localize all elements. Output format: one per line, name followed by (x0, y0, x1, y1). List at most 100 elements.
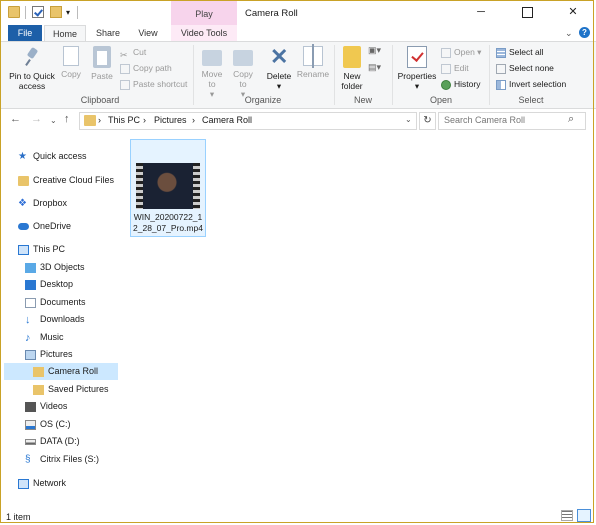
sidebar-item-videos[interactable]: Videos (25, 398, 139, 415)
sidebar-item-onedrive[interactable]: OneDrive (18, 218, 132, 235)
folder-icon (33, 366, 44, 377)
music-icon: ♪ (25, 331, 31, 344)
pictures-icon (25, 349, 36, 360)
sidebar-item-camera-roll[interactable]: Camera Roll (4, 363, 118, 380)
details-view-icon[interactable] (561, 510, 573, 521)
divider (392, 45, 393, 105)
cloud-icon (18, 223, 29, 231)
play-label: Play (195, 9, 213, 19)
select-none-label: Select none (509, 63, 554, 73)
cut-label: Cut (133, 47, 147, 57)
forward-arrow-icon[interactable]: → (31, 113, 42, 125)
properties-icon[interactable] (32, 6, 44, 18)
cube-icon (25, 262, 36, 273)
select-none-button[interactable]: Select none (496, 61, 554, 75)
sidebar-item-this-pc[interactable]: This PC (18, 241, 132, 258)
copy-button[interactable]: Copy (58, 46, 84, 79)
group-select-label: Select (518, 95, 544, 105)
new-folder-label: New folder (341, 71, 363, 91)
collapse-ribbon-icon[interactable]: ⌄ (565, 28, 573, 39)
open-button[interactable]: Open ▾ (441, 45, 481, 59)
drive-icon (25, 438, 36, 445)
rename-label: Rename (296, 69, 330, 79)
sidebar-item-quick-access[interactable]: ★ Quick access (18, 148, 132, 165)
sidebar-item-label: Videos (40, 401, 68, 411)
new-item-icon[interactable]: ▣▾ (368, 45, 386, 58)
edit-label: Edit (454, 63, 469, 73)
folder-icon (33, 384, 44, 395)
sidebar-item-os-c[interactable]: OS (C:) (25, 416, 139, 433)
chevron-down-icon[interactable]: ▾ (66, 8, 70, 17)
video-thumbnail (136, 163, 200, 209)
breadcrumb-this-pc[interactable]: This PC (108, 115, 140, 125)
new-folder-icon[interactable] (50, 6, 62, 18)
breadcrumb-chevron-icon[interactable]: › (98, 115, 101, 125)
minimize-button[interactable]: ─ (458, 0, 504, 25)
pin-icon (24, 46, 40, 68)
up-arrow-icon[interactable]: ↑ (64, 113, 70, 125)
sidebar-item-dropbox[interactable]: ❖ Dropbox (18, 195, 132, 212)
sidebar-item-network[interactable]: Network (18, 475, 132, 492)
copy-path-icon (120, 63, 130, 74)
folder-icon[interactable] (8, 6, 20, 18)
maximize-button[interactable] (504, 0, 550, 25)
tab-home[interactable]: Home (44, 25, 86, 42)
breadcrumb-pictures[interactable]: Pictures (154, 115, 187, 125)
sidebar-item-label: Quick access (33, 151, 87, 161)
address-dropdown-icon[interactable]: ⌄ (405, 115, 412, 124)
sidebar-item-saved-pictures[interactable]: Saved Pictures (33, 381, 147, 398)
sidebar-item-label: Citrix Files (S:) (40, 454, 99, 464)
rename-button[interactable]: Rename (296, 44, 330, 79)
sidebar-item-label: Saved Pictures (48, 384, 109, 394)
breadcrumb-chevron-icon[interactable]: › (192, 115, 195, 125)
tab-share[interactable]: Share (88, 25, 128, 42)
sidebar-item-downloads[interactable]: ↓ Downloads (25, 311, 139, 328)
scissors-icon: ✂ (120, 49, 128, 60)
invert-selection-button[interactable]: Invert selection (496, 77, 566, 91)
computer-icon (18, 244, 29, 255)
breadcrumb-camera-roll[interactable]: Camera Roll (202, 115, 252, 125)
new-folder-button[interactable]: New folder (338, 46, 366, 91)
tab-video-tools[interactable]: Video Tools (171, 25, 237, 42)
tab-view[interactable]: View (130, 25, 166, 42)
new-folder-icon (343, 46, 361, 68)
rename-icon (303, 44, 323, 68)
refresh-icon[interactable]: ↻ (419, 112, 436, 130)
sidebar-item-desktop[interactable]: Desktop (25, 276, 139, 293)
sidebar-item-documents[interactable]: Documents (25, 294, 139, 311)
delete-button[interactable]: ✕ Delete ▾ (264, 46, 294, 92)
history-button[interactable]: History (441, 77, 480, 91)
close-button[interactable]: ✕ (550, 0, 596, 25)
divider (193, 45, 194, 105)
cut-button[interactable]: ✂ Cut (120, 45, 147, 60)
sidebar-item-label: Pictures (40, 349, 73, 359)
citrix-icon: § (25, 453, 31, 465)
paste-button[interactable]: Paste (88, 46, 116, 81)
back-arrow-icon[interactable]: ← (10, 113, 21, 125)
sidebar-item-pictures[interactable]: Pictures (25, 346, 139, 363)
pin-to-quick-access-button[interactable]: Pin to Quick access (6, 46, 58, 91)
easy-access-icon[interactable]: ▤▾ (368, 62, 386, 75)
sidebar-item-data-d[interactable]: DATA (D:) (25, 433, 139, 450)
sidebar-item-music[interactable]: ♪ Music (25, 329, 139, 346)
sidebar-item-label: OneDrive (33, 221, 72, 231)
sidebar-item-3d-objects[interactable]: 3D Objects (25, 259, 139, 276)
sidebar-item-creative-cloud[interactable]: Creative Cloud Files (18, 172, 132, 189)
large-icons-view-icon[interactable] (577, 509, 591, 522)
copy-to-button[interactable]: Copy to ▾ (229, 46, 257, 99)
properties-button[interactable]: Properties ▾ (395, 46, 439, 91)
properties-icon (407, 46, 427, 68)
paste-shortcut-button[interactable]: Paste shortcut (120, 77, 187, 91)
recent-locations-chevron-icon[interactable]: ⌄ (50, 116, 57, 125)
copy-path-button[interactable]: Copy path (120, 61, 172, 75)
tab-file[interactable]: File (8, 25, 42, 42)
edit-button[interactable]: Edit (441, 61, 469, 75)
help-icon[interactable]: ? (579, 27, 590, 38)
copy-label: Copy (61, 69, 81, 79)
breadcrumb-chevron-icon[interactable]: › (143, 115, 146, 125)
move-to-button[interactable]: Move to ▾ (198, 46, 226, 99)
paste-label: Paste (91, 71, 113, 81)
sidebar-item-label: Downloads (40, 314, 85, 324)
sidebar-item-citrix-files[interactable]: § Citrix Files (S:) (25, 451, 139, 468)
select-all-button[interactable]: Select all (496, 45, 544, 59)
